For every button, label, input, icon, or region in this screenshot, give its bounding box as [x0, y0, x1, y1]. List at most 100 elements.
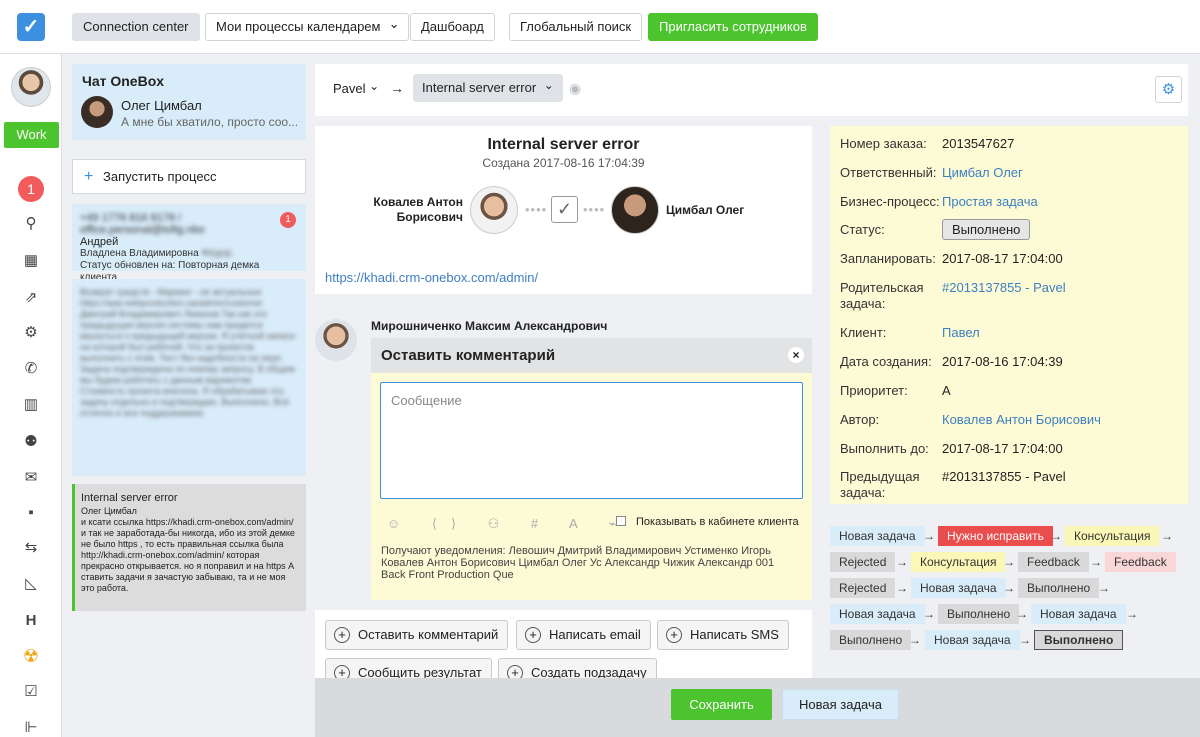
contact-avatar [81, 96, 113, 128]
task-from-user[interactable]: Ковалев Антон Борисович [359, 195, 463, 225]
flow-status[interactable]: Консультация [911, 552, 1006, 572]
global-search-button[interactable]: Глобальный поиск [509, 13, 643, 41]
my-processes-calendar-dropdown[interactable]: Мои процессы календарем ⌄ [205, 13, 410, 41]
flow-status[interactable]: Новая задача [925, 630, 1020, 650]
arrow-right-icon: → [1003, 581, 1015, 595]
prop-value-link[interactable]: #2013137855 - Pavel [942, 280, 1066, 296]
phone-icon[interactable]: ✆ [21, 359, 41, 379]
arrow-right-icon: → [1161, 529, 1173, 543]
breadcrumb-task-dropdown[interactable]: Internal server error ⌄ [413, 74, 563, 102]
prop-label: Автор: [840, 412, 880, 427]
work-button[interactable]: Work [4, 122, 59, 148]
flow-status-current[interactable]: Выполнено [1034, 630, 1124, 650]
connection-center-button[interactable]: Connection center [72, 13, 200, 41]
calendar-icon[interactable]: ▦ [21, 251, 41, 271]
show-in-cabinet-checkbox[interactable]: Показывать в кабинете клиента [616, 516, 799, 528]
leave-comment-button[interactable]: + Оставить комментарий [325, 620, 509, 650]
prop-label: Выполнить до: [840, 441, 929, 456]
show-in-cabinet-label: Показывать в кабинете клиента [636, 516, 799, 528]
breadcrumb-user: Pavel [333, 81, 366, 96]
barcode-icon[interactable]: ▥ [21, 395, 41, 415]
arrow-right-icon: → [1126, 607, 1138, 621]
status-button[interactable]: Выполнено [942, 219, 1031, 240]
ruler-icon[interactable]: ◺ [21, 574, 41, 594]
leave-comment-label: Оставить комментарий [358, 627, 499, 642]
radiation-icon[interactable]: ☢ [21, 646, 41, 666]
task-link[interactable]: https://khadi.crm-onebox.com/admin/ [325, 270, 538, 285]
app-logo-icon[interactable]: ✓ [17, 13, 45, 41]
flow-status[interactable]: Новая задача [830, 604, 925, 624]
breadcrumb-user-dropdown[interactable]: Pavel ⌄ [333, 79, 380, 96]
write-sms-button[interactable]: + Написать SMS [657, 620, 789, 650]
onebox-chat[interactable]: Чат OneBox Олег Цимбал А мне бы хватило,… [72, 64, 306, 140]
new-task-button[interactable]: Новая задача [782, 689, 899, 720]
start-process-button[interactable]: + Запустить процесс [72, 159, 306, 194]
settings-gear-icon[interactable]: ⚙ [1155, 76, 1182, 103]
chat-card[interactable]: Возврат средств - Маркинг - не актуальны… [72, 279, 306, 476]
add-user-icon[interactable]: ⚉ [21, 432, 41, 452]
task-properties: Номер заказа: 2013547627 Ответственный: … [830, 126, 1188, 504]
flow-status[interactable]: Выполнено [938, 604, 1020, 624]
prop-label: Ответственный: [840, 165, 937, 180]
write-email-label: Написать email [549, 627, 641, 642]
breadcrumb-task: Internal server error [422, 80, 537, 95]
flow-status[interactable]: Выполнено [1018, 578, 1100, 598]
comment-box: Оставить комментарий × Сообщение ☺ ⟨⟩ ⚇ … [371, 338, 812, 600]
card-sub-blurred: Фёдор [201, 248, 232, 259]
prop-value: 2013547627 [942, 136, 1015, 151]
plus-icon: + [525, 627, 541, 643]
flow-status[interactable]: Feedback [1105, 552, 1176, 572]
flow-status[interactable]: Новая задача [911, 578, 1006, 598]
flow-status[interactable]: Rejected [830, 552, 896, 572]
search-icon[interactable]: ⚲ [21, 214, 41, 234]
prop-value-link[interactable]: Цимбал Олег [942, 165, 1023, 181]
transfer-icon[interactable]: ⇆ [21, 538, 41, 558]
folder-icon[interactable]: ▪ [21, 503, 41, 523]
arrow-right-icon: → [1098, 581, 1110, 595]
flow-status[interactable]: Rejected [830, 578, 896, 598]
message-input[interactable]: Сообщение [380, 382, 803, 499]
flow-status[interactable]: Новая задача [830, 526, 925, 546]
prop-value-link[interactable]: Простая задача [942, 194, 1038, 210]
my-processes-calendar-label: Мои процессы календарем [216, 19, 381, 34]
checkbox-icon[interactable]: ☑ [21, 682, 41, 702]
flow-status[interactable]: Feedback [1018, 552, 1089, 572]
prop-value-link[interactable]: Павел [942, 325, 980, 341]
chevron-down-icon: ⌄ [543, 78, 554, 92]
close-icon[interactable]: × [788, 347, 804, 363]
connector-dots: •••• [525, 202, 548, 217]
gear-icon[interactable]: ⚙ [21, 323, 41, 343]
save-button[interactable]: Сохранить [671, 689, 772, 720]
chat-card[interactable]: +49 1776 816 8178 / office.personal@tofi… [72, 204, 306, 283]
last-message: А мне бы хватило, просто соо... [121, 115, 299, 129]
plus-icon: + [84, 168, 94, 185]
plus-icon: + [334, 627, 350, 643]
task-to-user[interactable]: Цимбал Олег [666, 203, 744, 217]
h-icon[interactable]: H [21, 611, 41, 631]
to-user-avatar[interactable] [611, 186, 659, 234]
eye-icon[interactable]: ◉ [569, 80, 581, 97]
task-check-icon[interactable]: ✓ [551, 196, 578, 223]
card-author: Олег Цимбал [81, 506, 137, 516]
chart-icon[interactable]: ⇗ [21, 288, 41, 308]
flow-status[interactable]: Нужно исправить [938, 526, 1053, 546]
from-user-avatar[interactable] [470, 186, 518, 234]
notification-badge[interactable]: 1 [18, 176, 44, 202]
user-avatar[interactable] [11, 67, 51, 107]
flow-status[interactable]: Новая задача [1031, 604, 1126, 624]
prop-value-link[interactable]: Ковалев Антон Борисович [942, 412, 1101, 428]
flow-status[interactable]: Консультация [1065, 526, 1160, 546]
chevron-down-icon: ⌄ [369, 79, 380, 93]
chat-title: Чат OneBox [82, 73, 165, 89]
card-phone: +49 1776 816 8178 / office.personal@tofi… [80, 212, 205, 236]
timeline-icon[interactable]: ⊩ [21, 718, 41, 737]
write-email-button[interactable]: + Написать email [516, 620, 651, 650]
comment-toolbar-icons[interactable]: ☺ ⟨⟩ ⚇ # A ⌁ [387, 516, 630, 532]
checkbox-box[interactable] [616, 516, 626, 526]
flow-status[interactable]: Выполнено [830, 630, 912, 650]
prop-label: Клиент: [840, 325, 887, 340]
dashboard-button[interactable]: Дашбоард [410, 13, 495, 41]
mail-icon[interactable]: ✉ [21, 468, 41, 488]
chat-card-selected[interactable]: Internal server error Олег Цимбал и ксат… [72, 484, 306, 611]
invite-employees-button[interactable]: Пригласить сотрудников [648, 13, 818, 41]
